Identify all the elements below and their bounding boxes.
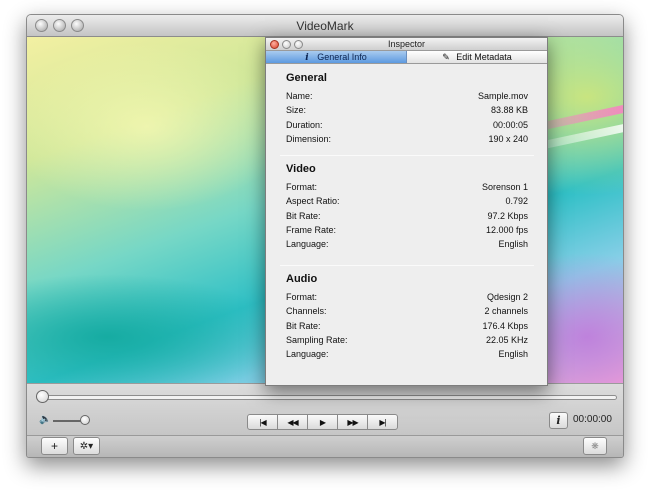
info-key: Channels: bbox=[286, 306, 327, 317]
tab-edit-metadata[interactable]: ✎ Edit Metadata bbox=[407, 51, 547, 63]
info-value: 176.4 Kbps bbox=[482, 320, 528, 331]
info-key: Language: bbox=[286, 349, 329, 360]
info-value: Qdesign 2 bbox=[486, 292, 528, 302]
inspector-panel: Inspector i General Info ✎ Edit Metadata… bbox=[265, 37, 548, 386]
window-titlebar[interactable]: VideoMark bbox=[27, 15, 623, 37]
tab-label: Edit Metadata bbox=[456, 52, 512, 62]
info-value: 190 x 240 bbox=[488, 133, 528, 144]
info-value: 97.2 Kbps bbox=[487, 210, 528, 221]
info-value: English bbox=[498, 349, 528, 360]
info-row: Frame Rate: 12.000 fps bbox=[286, 225, 528, 238]
info-value: 12.000 fps bbox=[485, 224, 528, 235]
window-title: VideoMark bbox=[296, 19, 354, 33]
info-key: Bit Rate: bbox=[286, 210, 321, 221]
play-button[interactable]: ▶ bbox=[307, 414, 338, 430]
add-button[interactable]: + bbox=[41, 437, 68, 455]
info-value: 83.88 KB bbox=[490, 105, 528, 116]
section-divider bbox=[280, 155, 534, 156]
timeline-scrubber[interactable] bbox=[39, 395, 617, 400]
inspector-tabs: i General Info ✎ Edit Metadata bbox=[266, 51, 547, 64]
info-row: Channels: 2 channels bbox=[286, 306, 528, 319]
info-key: Bit Rate: bbox=[286, 320, 321, 331]
timeline-playhead[interactable] bbox=[36, 390, 49, 403]
info-key: Format: bbox=[286, 182, 318, 192]
section-title-general: General bbox=[286, 72, 327, 84]
info-value: 2 channels bbox=[484, 306, 528, 317]
timecode-display: 00:00:00 bbox=[573, 414, 612, 425]
info-row: Bit Rate: 97.2 Kbps bbox=[286, 211, 528, 224]
section-divider bbox=[280, 265, 534, 266]
info-value: 0.792 bbox=[505, 196, 528, 207]
playback-controls: 🔈 |◀ ◀◀ ▶ ▶▶ ▶| i 00:00:00 bbox=[27, 383, 623, 435]
info-value: English bbox=[498, 239, 528, 250]
info-value: 22.05 KHz bbox=[485, 334, 528, 345]
section-title-video: Video bbox=[286, 163, 316, 175]
info-row: Sampling Rate: 22.05 KHz bbox=[286, 335, 528, 348]
info-row: Dimension: 190 x 240 bbox=[286, 134, 528, 147]
volume-icon: 🔈 bbox=[39, 414, 52, 425]
info-value: Sorenson 1 bbox=[481, 182, 528, 192]
bottom-toolbar: + ✲▾ ❋ bbox=[27, 435, 623, 457]
info-row: Language: English bbox=[286, 349, 528, 362]
info-key: Frame Rate: bbox=[286, 224, 337, 235]
info-key: Aspect Ratio: bbox=[286, 196, 340, 207]
info-row: Size: 83.88 KB bbox=[286, 105, 528, 118]
info-row: Format: Sorenson 1 bbox=[286, 182, 528, 195]
transport-buttons: |◀ ◀◀ ▶ ▶▶ ▶| bbox=[247, 414, 398, 430]
info-key: Duration: bbox=[286, 119, 323, 130]
inspector-title: Inspector bbox=[387, 39, 426, 49]
skip-to-start-button[interactable]: |◀ bbox=[247, 414, 278, 430]
tab-general-info[interactable]: i General Info bbox=[266, 51, 407, 63]
info-row: Name: Sample.mov bbox=[286, 91, 528, 104]
info-value: 00:00:05 bbox=[492, 119, 528, 130]
section-title-audio: Audio bbox=[286, 273, 318, 285]
tab-label: General Info bbox=[317, 52, 367, 62]
info-key: Sampling Rate: bbox=[286, 334, 348, 345]
action-menu-button[interactable]: ✲▾ bbox=[73, 437, 100, 455]
info-value: Sample.mov bbox=[477, 91, 528, 101]
info-row: Format: Qdesign 2 bbox=[286, 292, 528, 305]
inspector-titlebar[interactable]: Inspector bbox=[266, 38, 547, 51]
info-row: Duration: 00:00:05 bbox=[286, 120, 528, 133]
pencil-icon: ✎ bbox=[442, 52, 450, 62]
info-key: Language: bbox=[286, 239, 329, 250]
info-row: Aspect Ratio: 0.792 bbox=[286, 196, 528, 209]
info-key: Name: bbox=[286, 91, 313, 101]
info-row: Bit Rate: 176.4 Kbps bbox=[286, 321, 528, 334]
info-key: Size: bbox=[286, 105, 307, 116]
fast-forward-button[interactable]: ▶▶ bbox=[337, 414, 368, 430]
info-button[interactable]: i bbox=[549, 412, 568, 429]
info-row: Language: English bbox=[286, 239, 528, 252]
info-key: Dimension: bbox=[286, 133, 332, 144]
volume-knob[interactable] bbox=[80, 415, 90, 425]
skip-to-end-button[interactable]: ▶| bbox=[367, 414, 398, 430]
share-icon[interactable]: ❋ bbox=[583, 437, 607, 455]
info-icon: i bbox=[305, 53, 309, 63]
info-key: Format: bbox=[286, 292, 318, 302]
rewind-button[interactable]: ◀◀ bbox=[277, 414, 308, 430]
